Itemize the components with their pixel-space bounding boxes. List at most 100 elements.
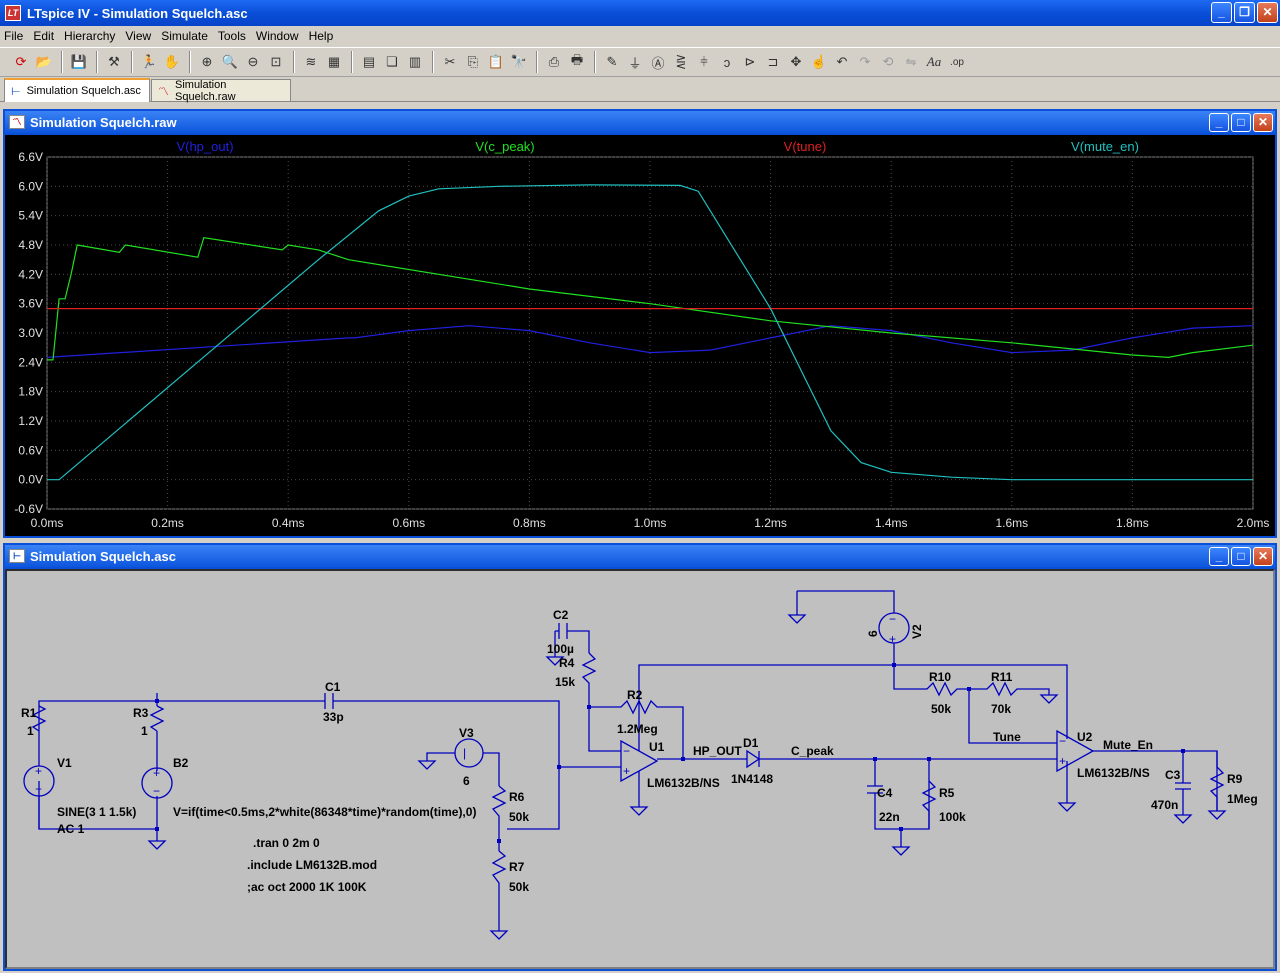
schematic-maximize-button[interactable]: □ <box>1231 547 1251 566</box>
open-file-icon[interactable]: 📂 <box>33 51 55 73</box>
text-icon[interactable]: Aa <box>923 51 945 73</box>
y-tick-label: 6.6V <box>18 150 43 164</box>
v3-label: V3 <box>459 726 474 740</box>
svg-text:−: − <box>889 612 896 626</box>
directive-tran[interactable]: .tran 0 2m 0 <box>253 836 320 850</box>
menu-tools[interactable]: Tools <box>218 29 246 43</box>
tile-horizontal-icon[interactable]: ▤ <box>358 51 380 73</box>
capacitor-icon[interactable]: ⫩ <box>693 51 715 73</box>
waveform-window-title-bar[interactable]: 〽 Simulation Squelch.raw <box>5 111 1275 133</box>
ground-icon[interactable]: ⏚ <box>624 51 646 73</box>
halt-icon[interactable]: ✋ <box>161 51 183 73</box>
run-icon[interactable]: 🏃 <box>138 51 160 73</box>
mirror-icon[interactable]: ⇋ <box>900 51 922 73</box>
tab-waveform[interactable]: 〽 Simulation Squelch.raw <box>151 78 291 103</box>
schematic-canvas[interactable]: R1 1 R3 1 V1 B2 SINE(3 1 1.5k) AC 1 V=if… <box>5 569 1275 969</box>
draw-wire-icon[interactable]: ✎ <box>601 51 623 73</box>
paste-icon[interactable]: 📋 <box>485 51 507 73</box>
drag-icon[interactable]: ☝ <box>808 51 830 73</box>
print-setup-icon[interactable]: ⎙ <box>543 51 565 73</box>
grid-icon[interactable]: ▦ <box>323 51 345 73</box>
net-c-peak: C_peak <box>791 744 834 758</box>
rotate-icon[interactable]: ⟲ <box>877 51 899 73</box>
svg-text:+: + <box>35 764 42 778</box>
r7-value: 50k <box>509 880 529 894</box>
close-button[interactable]: ✕ <box>1257 2 1278 23</box>
menu-edit[interactable]: Edit <box>33 29 54 43</box>
v2-label: V2 <box>910 624 924 639</box>
waveform-close-button[interactable]: ✕ <box>1253 113 1273 132</box>
autorange-icon[interactable]: ≋ <box>300 51 322 73</box>
v3-value: 6 <box>463 774 470 788</box>
schematic-window-title-bar[interactable]: ⊢ Simulation Squelch.asc <box>5 545 1275 567</box>
directive-ac-comment[interactable]: ;ac oct 2000 1K 100K <box>247 880 367 894</box>
svg-text:−: − <box>623 744 630 758</box>
spice-directive-icon[interactable]: .op <box>946 51 968 73</box>
x-tick-label: 0.2ms <box>151 516 184 530</box>
save-icon[interactable]: 💾 <box>68 51 90 73</box>
waveform-minimize-button[interactable]: _ <box>1209 113 1229 132</box>
copy-icon[interactable]: ⎘ <box>462 51 484 73</box>
x-tick-label: 0.6ms <box>392 516 425 530</box>
net-tune: Tune <box>993 730 1021 744</box>
cascade-icon[interactable]: ❏ <box>381 51 403 73</box>
tile-vertical-icon[interactable]: ▥ <box>404 51 426 73</box>
menu-window[interactable]: Window <box>256 29 299 43</box>
schematic-minimize-button[interactable]: _ <box>1209 547 1229 566</box>
zoom-in-icon[interactable]: ⊕ <box>196 51 218 73</box>
toolbar: ⟳ 📂 💾 ⚒ 🏃 ✋ ⊕ 🔍 ⊖ ⊡ ≋ ▦ ▤ ❏ ▥ ✂ ⎘ 📋 🔭 ⎙ … <box>0 47 1280 77</box>
tab-label: Simulation Squelch.raw <box>175 78 236 103</box>
directive-include[interactable]: .include LM6132B.mod <box>247 858 377 872</box>
waveform-chart[interactable]: 6.6V 6.0V 5.4V 4.8V 4.2V 3.6V 3.0V 2.4V 1.8V 1.2V… <box>5 135 1275 536</box>
control-panel-icon[interactable]: ⚒ <box>103 51 125 73</box>
c4-value: 22n <box>879 810 900 824</box>
restore-button[interactable]: ❐ <box>1234 2 1255 23</box>
schematic-icon: ⊢ <box>9 549 25 563</box>
minimize-button[interactable]: _ <box>1211 2 1232 23</box>
zoom-out-icon[interactable]: ⊖ <box>242 51 264 73</box>
open-schematic-icon[interactable]: ⟳ <box>10 51 32 73</box>
r1-value: 1 <box>27 724 34 738</box>
r10-label: R10 <box>929 670 951 684</box>
schematic-close-button[interactable]: ✕ <box>1253 547 1273 566</box>
cut-icon[interactable]: ✂ <box>439 51 461 73</box>
r5-value: 100k <box>939 810 966 824</box>
waveform-plot-area[interactable]: 6.6V 6.0V 5.4V 4.8V 4.2V 3.6V 3.0V 2.4V 1.8V 1.2V… <box>5 135 1275 536</box>
resistor-icon[interactable]: ⋛ <box>670 51 692 73</box>
label-net-icon[interactable]: Ⓐ <box>647 51 669 73</box>
y-tick-label: 0.6V <box>18 443 43 457</box>
inductor-icon[interactable]: ↄ <box>716 51 738 73</box>
c3-value: 470n <box>1151 798 1178 812</box>
x-tick-label: 1.6ms <box>995 516 1028 530</box>
c4-label: C4 <box>877 786 893 800</box>
u1-label: U1 <box>649 740 665 754</box>
menu-view[interactable]: View <box>125 29 151 43</box>
component-icon[interactable]: ⊐ <box>762 51 784 73</box>
diode-icon[interactable]: ⊳ <box>739 51 761 73</box>
r1-label: R1 <box>21 706 37 720</box>
tab-schematic[interactable]: ⊢ Simulation Squelch.asc <box>4 78 150 102</box>
y-tick-label: 3.6V <box>18 297 43 311</box>
r6-label: R6 <box>509 790 525 804</box>
x-tick-label: 1.8ms <box>1116 516 1149 530</box>
menu-help[interactable]: Help <box>309 29 334 43</box>
legend-label: V(hp_out) <box>176 139 233 154</box>
schematic-drawing[interactable]: R1 1 R3 1 V1 B2 SINE(3 1 1.5k) AC 1 V=if… <box>7 571 1273 967</box>
menu-file[interactable]: File <box>4 29 23 43</box>
x-tick-label: 1.4ms <box>875 516 908 530</box>
print-icon[interactable]: 🖶 <box>566 51 588 73</box>
menu-simulate[interactable]: Simulate <box>161 29 208 43</box>
x-tick-label: 2.0ms <box>1237 516 1270 530</box>
undo-icon[interactable]: ↶ <box>831 51 853 73</box>
redo-icon[interactable]: ↷ <box>854 51 876 73</box>
zoom-area-icon[interactable]: 🔍 <box>219 51 241 73</box>
svg-text:+: + <box>153 766 160 780</box>
schematic-window-title: Simulation Squelch.asc <box>30 548 176 564</box>
zoom-fit-icon[interactable]: ⊡ <box>265 51 287 73</box>
waveform-maximize-button[interactable]: □ <box>1231 113 1251 132</box>
c2-value: 100µ <box>547 642 574 656</box>
find-icon[interactable]: 🔭 <box>508 51 530 73</box>
r3-label: R3 <box>133 706 149 720</box>
move-icon[interactable]: ✥ <box>785 51 807 73</box>
menu-hierarchy[interactable]: Hierarchy <box>64 29 115 43</box>
